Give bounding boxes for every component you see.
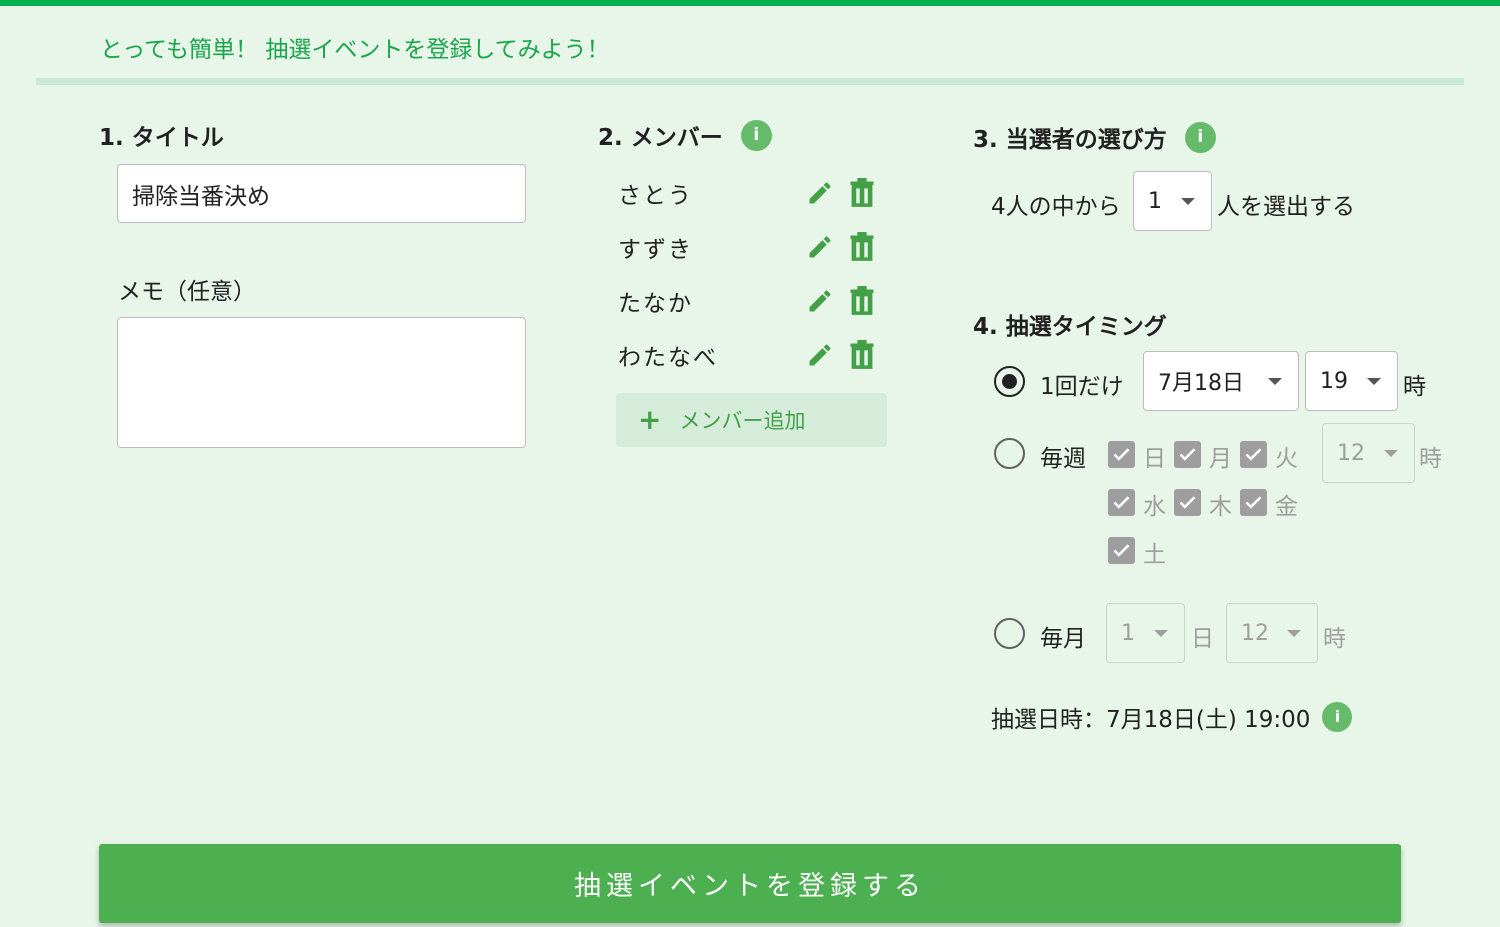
header-divider bbox=[36, 78, 1464, 85]
draw-datetime-summary: 抽選日時：7月18日(土) 19:00 i bbox=[991, 700, 1353, 734]
member-name: たなか bbox=[618, 291, 693, 317]
selection-info-icon[interactable]: i bbox=[1184, 121, 1216, 153]
selection-section-heading-text: 3. 当選者の選び方 bbox=[973, 127, 1167, 153]
member-name: すずき bbox=[618, 237, 693, 263]
once-hour-value: 19 bbox=[1320, 368, 1348, 394]
page-headline: とっても簡単！ 抽選イベントを登録してみよう！ bbox=[100, 37, 610, 63]
delete-trash-icon[interactable] bbox=[848, 340, 876, 370]
members-info-icon[interactable]: i bbox=[740, 119, 772, 151]
timing-monthly-radio[interactable] bbox=[994, 618, 1025, 649]
top-accent-bar bbox=[0, 0, 1500, 6]
member-name: わたなべ bbox=[618, 345, 718, 371]
weekday-label-tue: 火 bbox=[1275, 446, 1298, 472]
weekday-checkbox-thu[interactable] bbox=[1174, 489, 1201, 516]
monthly-hour-select[interactable]: 12 bbox=[1226, 603, 1318, 663]
member-row: たなか bbox=[618, 281, 888, 321]
submit-event-button[interactable]: 抽選イベントを登録する bbox=[99, 844, 1401, 923]
timing-section-heading-text: 4. 抽選タイミング bbox=[973, 314, 1167, 340]
delete-trash-icon[interactable] bbox=[848, 178, 876, 208]
once-hour-select[interactable]: 19 bbox=[1305, 351, 1398, 411]
monthly-day-unit: 日 bbox=[1191, 626, 1214, 652]
chevron-down-icon bbox=[1384, 450, 1398, 457]
weekly-hour-select[interactable]: 12 bbox=[1322, 423, 1415, 483]
timing-section-heading: 4. 抽選タイミング bbox=[973, 307, 1167, 341]
weekly-hour-value: 12 bbox=[1337, 440, 1365, 466]
edit-pencil-icon[interactable] bbox=[806, 179, 834, 207]
title-section-heading: 1. タイトル bbox=[99, 118, 224, 152]
once-date-select[interactable]: 7月18日 bbox=[1143, 351, 1299, 411]
member-row: すずき bbox=[618, 227, 888, 267]
once-date-value: 7月18日 bbox=[1158, 371, 1244, 396]
weekday-label-sun: 日 bbox=[1143, 446, 1166, 472]
weekday-checkbox-mon[interactable] bbox=[1174, 441, 1201, 468]
members-section-heading-text: 2. メンバー bbox=[598, 125, 723, 151]
winner-count-select[interactable]: 1 bbox=[1133, 171, 1212, 231]
weekday-label-sat: 土 bbox=[1143, 542, 1166, 568]
chevron-down-icon bbox=[1268, 378, 1282, 385]
plus-icon: + bbox=[638, 403, 662, 436]
weekday-label-thu: 木 bbox=[1209, 494, 1232, 520]
weekday-checkbox-tue[interactable] bbox=[1240, 441, 1267, 468]
member-row: わたなべ bbox=[618, 335, 888, 375]
chevron-down-icon bbox=[1287, 630, 1301, 637]
timing-once-radio[interactable] bbox=[994, 366, 1025, 397]
selection-section-heading: 3. 当選者の選び方 i bbox=[973, 120, 1216, 154]
edit-pencil-icon[interactable] bbox=[806, 287, 834, 315]
edit-pencil-icon[interactable] bbox=[806, 341, 834, 369]
weekday-checkbox-wed[interactable] bbox=[1108, 489, 1135, 516]
once-hour-unit: 時 bbox=[1403, 374, 1426, 400]
chevron-down-icon bbox=[1367, 378, 1381, 385]
add-member-label: メンバー追加 bbox=[679, 409, 806, 433]
weekly-hour-unit: 時 bbox=[1419, 446, 1442, 472]
weekday-checkbox-sat[interactable] bbox=[1108, 537, 1135, 564]
title-input[interactable] bbox=[117, 164, 526, 223]
timing-weekly-label: 毎週 bbox=[1040, 446, 1086, 472]
monthly-hour-value: 12 bbox=[1241, 620, 1269, 646]
selection-prefix: 4人の中から bbox=[991, 194, 1121, 220]
monthly-day-value: 1 bbox=[1121, 620, 1135, 646]
weekday-label-fri: 金 bbox=[1275, 494, 1298, 520]
weekday-label-wed: 水 bbox=[1143, 494, 1166, 520]
delete-trash-icon[interactable] bbox=[848, 286, 876, 316]
add-member-button[interactable]: + メンバー追加 bbox=[616, 393, 887, 447]
member-name: さとう bbox=[618, 183, 693, 209]
monthly-hour-unit: 時 bbox=[1323, 626, 1346, 652]
timing-once-label: 1回だけ bbox=[1040, 374, 1124, 400]
selection-suffix: 人を選出する bbox=[1217, 194, 1355, 220]
delete-trash-icon[interactable] bbox=[848, 232, 876, 262]
timing-monthly-label: 毎月 bbox=[1040, 626, 1086, 652]
edit-pencil-icon[interactable] bbox=[806, 233, 834, 261]
draw-datetime-text: 抽選日時：7月18日(土) 19:00 bbox=[991, 707, 1311, 733]
chevron-down-icon bbox=[1181, 198, 1195, 205]
member-row: さとう bbox=[618, 173, 888, 213]
winner-count-value: 1 bbox=[1148, 188, 1162, 214]
weekday-checkbox-fri[interactable] bbox=[1240, 489, 1267, 516]
summary-info-icon[interactable]: i bbox=[1322, 702, 1353, 732]
memo-label: メモ（任意） bbox=[118, 279, 256, 305]
members-section-heading: 2. メンバー i bbox=[598, 118, 772, 152]
chevron-down-icon bbox=[1154, 630, 1168, 637]
memo-textarea[interactable] bbox=[117, 317, 526, 448]
timing-weekly-radio[interactable] bbox=[994, 438, 1025, 469]
title-section-heading-text: 1. タイトル bbox=[99, 125, 224, 151]
monthly-day-select[interactable]: 1 bbox=[1106, 603, 1185, 663]
weekday-label-mon: 月 bbox=[1209, 446, 1232, 472]
weekday-checkbox-sun[interactable] bbox=[1108, 441, 1135, 468]
